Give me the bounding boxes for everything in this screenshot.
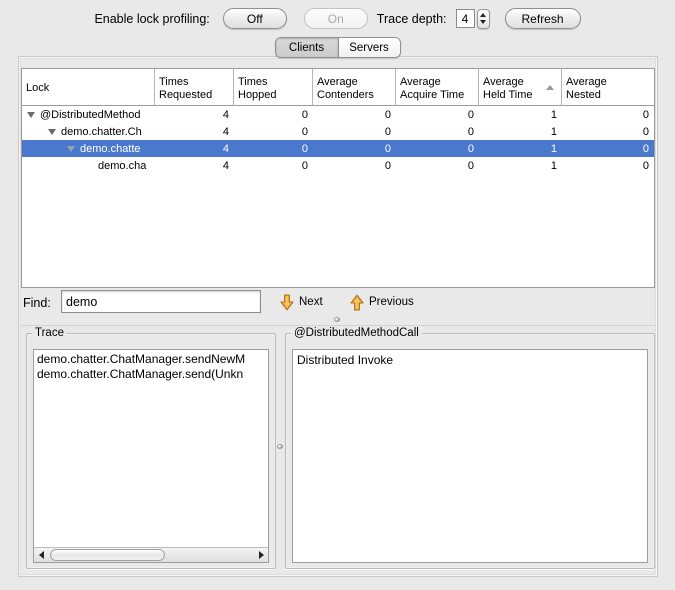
column-header-times-requested[interactable]: Times Requested <box>155 69 234 105</box>
distributed-method-call-title: @DistributedMethodCall <box>291 327 422 339</box>
lock-name: demo.chatte <box>80 142 141 155</box>
column-header-average-acquire-time[interactable]: Average Acquire Time <box>396 69 479 105</box>
trace-list-item[interactable]: demo.chatter.ChatManager.send(Unkn <box>34 367 268 382</box>
splitter-divider <box>21 325 655 326</box>
find-next-label: Next <box>299 296 323 308</box>
horizontal-splitter-grip[interactable] <box>334 317 340 322</box>
column-header-average-nested[interactable]: Average Nested <box>562 69 654 105</box>
lock-name: demo.chatter.Ch <box>61 125 142 138</box>
find-previous-label: Previous <box>369 296 414 308</box>
clients-tab-panel: Lock Times Requested Times Hopped Averag… <box>18 56 658 577</box>
tab-clients[interactable]: Clients <box>275 38 338 57</box>
off-button[interactable]: Off <box>222 8 287 29</box>
toolbar: Enable lock profiling: Off On Trace dept… <box>0 0 675 37</box>
table-row-selected[interactable]: demo.chatte 4 0 0 0 1 0 <box>22 140 654 157</box>
vertical-splitter-grip[interactable] <box>277 444 283 449</box>
stepper-up-icon[interactable] <box>480 13 487 17</box>
disclosure-triangle-icon[interactable] <box>27 111 35 118</box>
column-header-times-hopped[interactable]: Times Hopped <box>234 69 313 105</box>
table-row[interactable]: demo.chatter.Ch 4 0 0 0 1 0 <box>22 123 654 140</box>
tab-servers[interactable]: Servers <box>337 38 400 57</box>
trace-list-item[interactable]: demo.chatter.ChatManager.sendNewM <box>34 352 268 367</box>
distributed-method-call-textarea[interactable]: Distributed Invoke <box>292 349 648 563</box>
disclosure-triangle-icon[interactable] <box>48 128 56 135</box>
column-header-lock[interactable]: Lock <box>22 69 155 105</box>
lock-name: demo.cha <box>98 159 147 172</box>
distributed-method-call-groupbox: @DistributedMethodCall Distributed Invok… <box>285 327 655 569</box>
lock-table-header: Lock Times Requested Times Hopped Averag… <box>22 69 654 106</box>
trace-depth-value[interactable]: 4 <box>455 9 475 28</box>
on-button: On <box>303 8 368 29</box>
find-previous-button[interactable]: Previous <box>350 292 414 312</box>
lock-name: @DistributedMethod <box>40 108 141 121</box>
clients-servers-tabbar: Clients Servers <box>274 37 401 58</box>
disclosure-triangle-icon[interactable] <box>67 145 75 152</box>
down-arrow-icon <box>280 293 294 310</box>
up-arrow-icon <box>350 294 364 311</box>
column-header-average-contenders[interactable]: Average Contenders <box>313 69 396 105</box>
scrollbar-thumb[interactable] <box>50 548 166 561</box>
trace-list[interactable]: demo.chatter.ChatManager.sendNewM demo.c… <box>33 349 269 563</box>
find-label: Find: <box>23 296 51 310</box>
find-input[interactable] <box>61 290 261 313</box>
stepper-down-icon[interactable] <box>480 20 487 24</box>
refresh-button[interactable]: Refresh <box>504 8 581 29</box>
lock-table: Lock Times Requested Times Hopped Averag… <box>21 68 655 288</box>
trace-groupbox-title: Trace <box>32 327 67 339</box>
trace-groupbox: Trace demo.chatter.ChatManager.sendNewM … <box>26 327 276 569</box>
trace-depth-label: Trace depth: <box>376 11 447 26</box>
sort-ascending-icon <box>546 85 554 90</box>
find-next-button[interactable]: Next <box>280 292 323 312</box>
column-header-average-held-time[interactable]: Average Held Time <box>479 69 562 105</box>
lock-table-body: @DistributedMethod 4 0 0 0 1 0 demo.chat… <box>22 106 654 174</box>
trace-horizontal-scrollbar[interactable] <box>34 547 268 562</box>
trace-depth-stepper[interactable] <box>476 8 490 29</box>
table-row[interactable]: @DistributedMethod 4 0 0 0 1 0 <box>22 106 654 123</box>
scroll-right-arrow-icon[interactable] <box>254 548 268 563</box>
scrollbar-track[interactable] <box>48 548 254 563</box>
detail-text: Distributed Invoke <box>297 353 394 367</box>
scroll-left-arrow-icon[interactable] <box>34 548 48 563</box>
enable-lock-profiling-label: Enable lock profiling: <box>94 11 210 26</box>
table-row[interactable]: demo.cha 4 0 0 0 1 0 <box>22 157 654 174</box>
